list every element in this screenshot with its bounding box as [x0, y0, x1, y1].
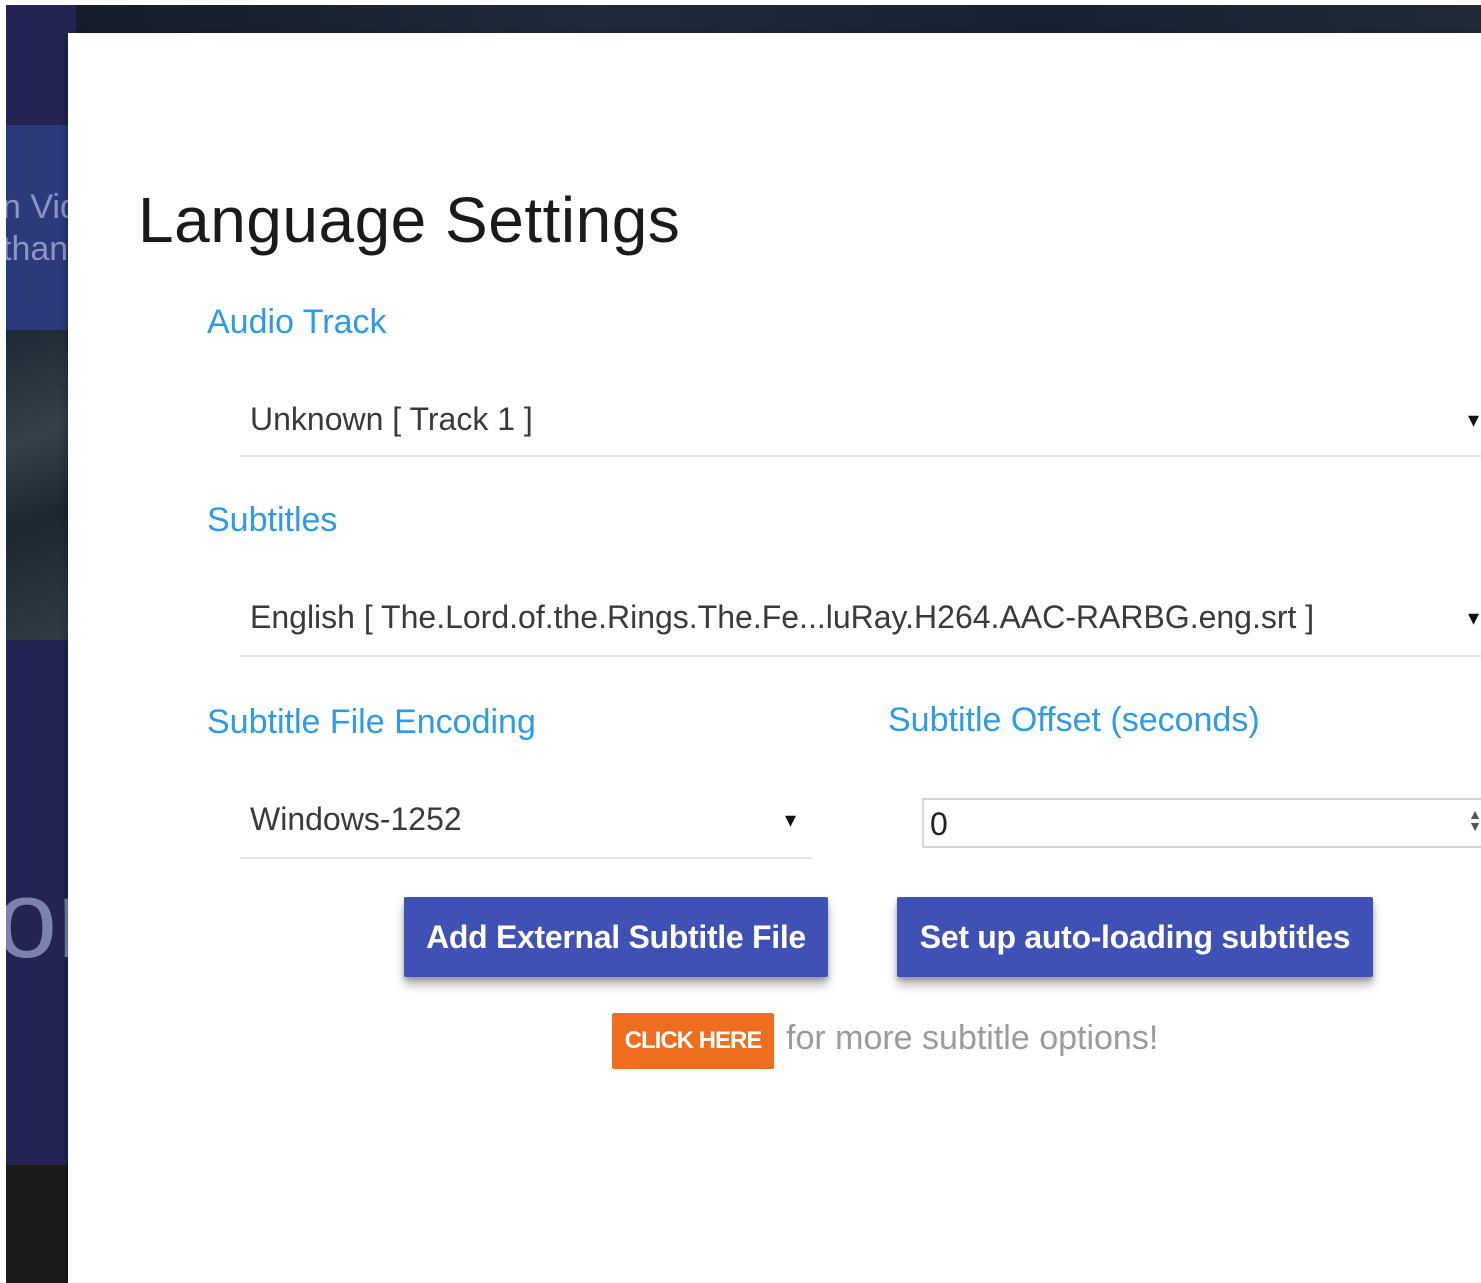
- screen: n Vid than or Language Settings Audio Tr…: [0, 0, 1481, 1283]
- subtitle-encoding-label: Subtitle File Encoding: [207, 703, 536, 741]
- subtitle-offset-input[interactable]: 0 ▲ ▼: [922, 798, 1481, 848]
- subtitles-label: Subtitles: [207, 501, 338, 539]
- audio-track-select[interactable]: Unknown [ Track 1 ] ▾: [240, 401, 1481, 457]
- audio-track-value: Unknown [ Track 1 ]: [250, 401, 533, 437]
- more-subtitle-options-text: for more subtitle options!: [786, 1019, 1159, 1057]
- add-external-subtitle-button[interactable]: Add External Subtitle File: [404, 897, 828, 977]
- subtitle-offset-label: Subtitle Offset (seconds): [888, 701, 1260, 739]
- auto-loading-subtitles-button[interactable]: Set up auto-loading subtitles: [897, 897, 1373, 977]
- subtitles-select[interactable]: English [ The.Lord.of.the.Rings.The.Fe..…: [240, 599, 1481, 657]
- chevron-down-icon: ▾: [1467, 407, 1479, 432]
- language-settings-modal: Language Settings Audio Track Unknown [ …: [68, 33, 1481, 1283]
- background-image: [6, 330, 76, 640]
- background-footer: [6, 1165, 76, 1283]
- number-spinner[interactable]: ▲ ▼: [1466, 807, 1481, 833]
- modal-title: Language Settings: [138, 184, 681, 256]
- background-big-text: or: [6, 858, 76, 981]
- subtitles-value: English [ The.Lord.of.the.Rings.The.Fe..…: [250, 599, 1315, 635]
- background-top-strip: [6, 5, 1481, 35]
- subtitle-encoding-value: Windows-1252: [250, 801, 462, 837]
- background-header-line1: n Vid: [6, 188, 76, 226]
- background-app: n Vid than or: [6, 5, 76, 1283]
- spinner-down-icon[interactable]: ▼: [1466, 819, 1481, 833]
- background-header-line2: than: [6, 230, 69, 268]
- subtitle-offset-value: 0: [930, 806, 948, 842]
- subtitle-encoding-select[interactable]: Windows-1252 ▾: [240, 801, 812, 859]
- click-here-button[interactable]: CLICK HERE: [612, 1013, 774, 1069]
- audio-track-label: Audio Track: [207, 303, 387, 341]
- background-header: n Vid than: [6, 125, 76, 330]
- chevron-down-icon: ▾: [1467, 605, 1479, 630]
- chevron-down-icon: ▾: [784, 807, 796, 832]
